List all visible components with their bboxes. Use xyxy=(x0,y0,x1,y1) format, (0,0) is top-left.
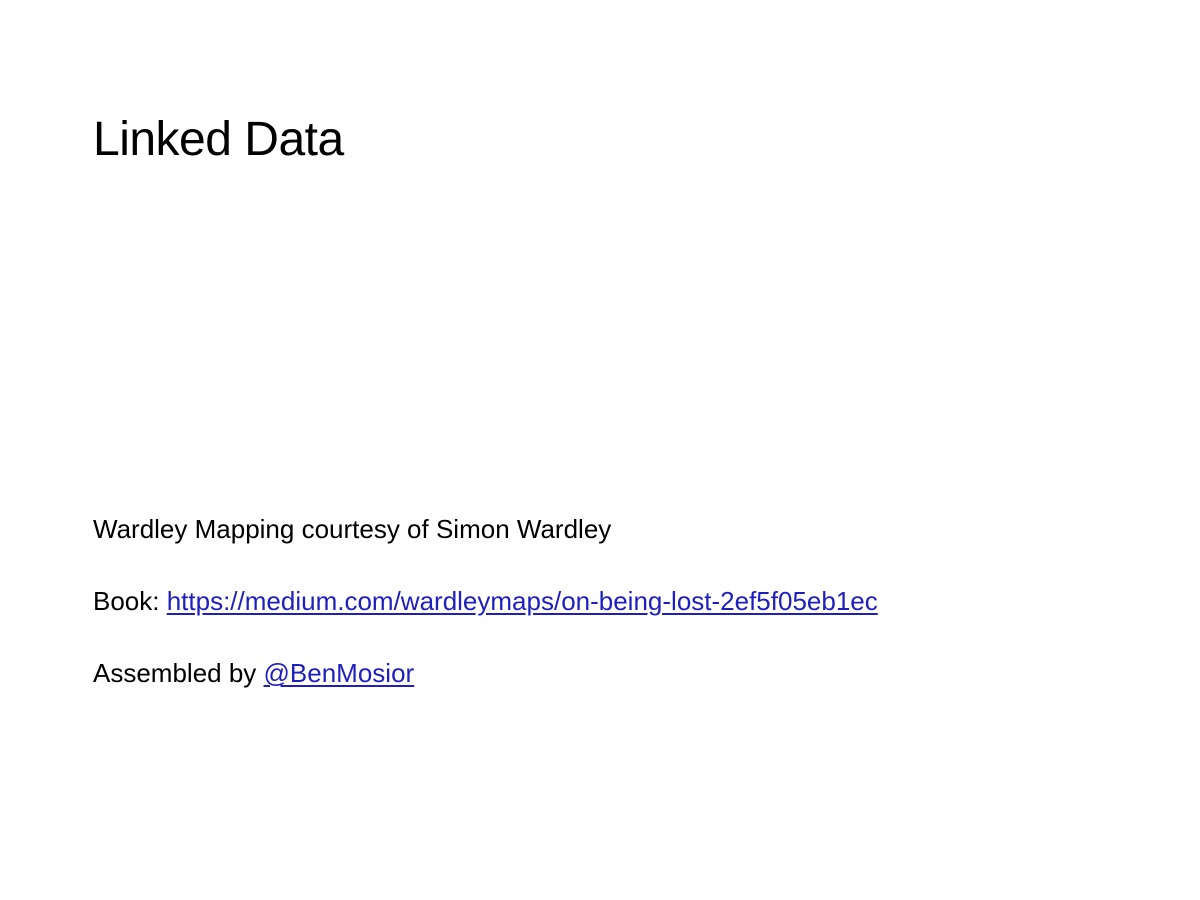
slide: Linked Data Wardley Mapping courtesy of … xyxy=(0,0,1200,900)
book-link[interactable]: https://medium.com/wardleymaps/on-being-… xyxy=(167,586,878,616)
credit-text: Wardley Mapping courtesy of Simon Wardle… xyxy=(93,514,612,544)
slide-title: Linked Data xyxy=(93,113,344,166)
slide-body: Wardley Mapping courtesy of Simon Wardle… xyxy=(93,511,1143,691)
assembled-line: Assembled by @BenMosior xyxy=(93,655,1143,691)
book-line: Book: https://medium.com/wardleymaps/on-… xyxy=(93,583,1143,619)
book-label: Book: xyxy=(93,586,167,616)
author-link[interactable]: @BenMosior xyxy=(264,658,415,688)
assembled-label: Assembled by xyxy=(93,658,264,688)
credit-line: Wardley Mapping courtesy of Simon Wardle… xyxy=(93,511,1143,547)
